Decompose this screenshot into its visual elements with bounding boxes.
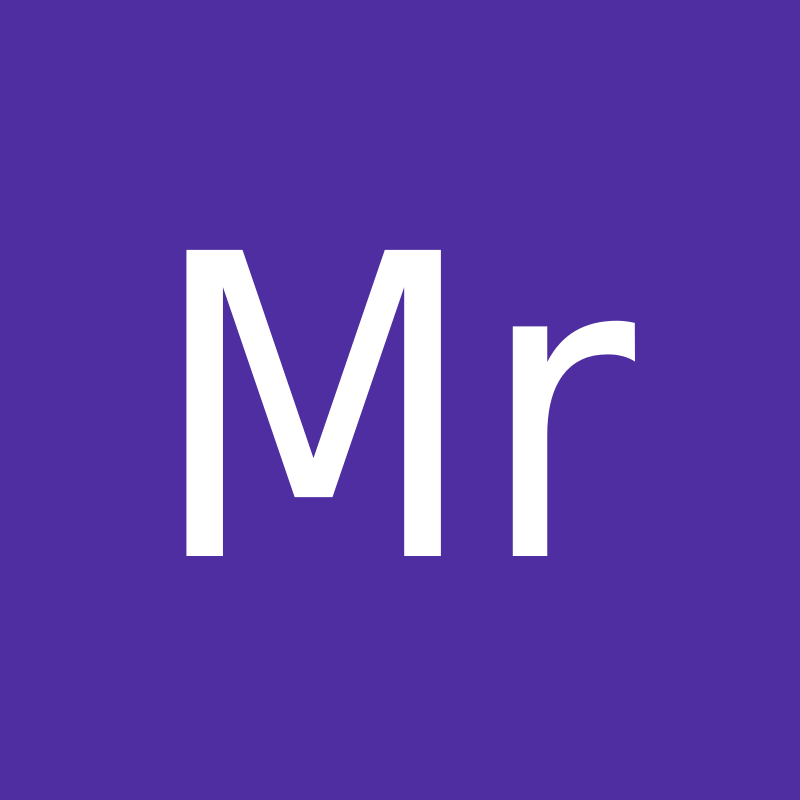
avatar: Mr <box>0 0 800 800</box>
avatar-initials-text: Mr <box>149 167 639 656</box>
avatar-initials: Mr <box>149 167 639 656</box>
